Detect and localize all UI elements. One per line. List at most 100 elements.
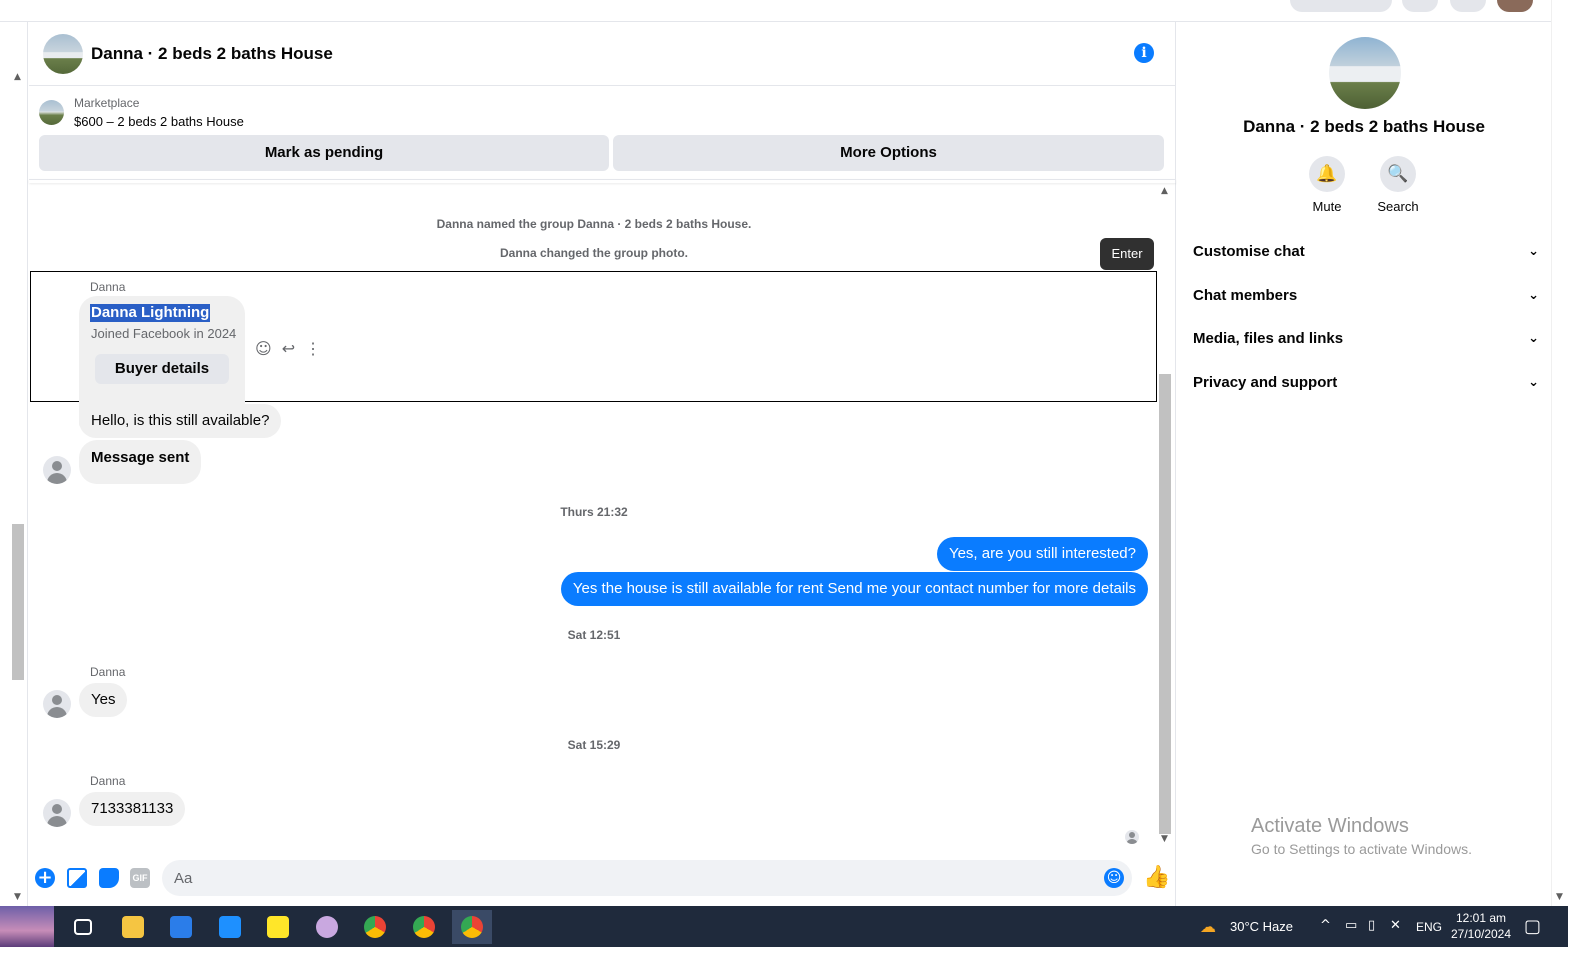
search-label: Search <box>1377 199 1419 214</box>
volume-muted-icon[interactable]: ✕ <box>1390 918 1401 933</box>
panel-title: Danna · 2 beds 2 baths House <box>1243 117 1485 136</box>
system-message: Danna changed the group photo. <box>500 246 688 260</box>
scroll-down-arrow-icon[interactable]: ▼ <box>1161 834 1168 844</box>
info-icon[interactable]: i <box>1134 43 1154 63</box>
mute-button[interactable]: 🔔 Mute <box>1297 156 1357 214</box>
thumbs-up-icon[interactable]: 👍 <box>1143 865 1170 890</box>
clock-time: 12:01 am <box>1455 911 1507 925</box>
section-label: Customise chat <box>1193 243 1305 260</box>
listing-thumbnail <box>39 99 64 125</box>
incoming-message[interactable]: 7133381133 <box>79 792 186 826</box>
widgets-icon[interactable] <box>0 906 54 947</box>
bell-icon[interactable]: 🔔 <box>1309 156 1345 192</box>
scroll-down-arrow-icon[interactable]: ▼ <box>1556 892 1563 902</box>
windows-taskbar: ☁ 30°C Haze ^ ▭ ▯ ✕ ENG 12:01 am 27/10/2… <box>0 906 1568 947</box>
profile-avatar[interactable] <box>1497 0 1533 12</box>
image-icon[interactable] <box>67 868 87 888</box>
timestamp: Sat 15:29 <box>567 738 621 752</box>
chevron-down-icon: ⌄ <box>1528 244 1539 259</box>
buyer-details-button[interactable]: Buyer details <box>95 354 229 384</box>
watermark-title: Activate Windows <box>1251 815 1409 837</box>
more-options-button[interactable]: More Options <box>613 135 1164 171</box>
network-icon[interactable]: ▭ <box>1345 918 1357 933</box>
activate-windows-watermark: Activate Windows Go to Settings to activ… <box>1251 815 1472 857</box>
more-dots-icon[interactable]: ⋮ <box>305 339 321 358</box>
watermark-subtitle: Go to Settings to activate Windows. <box>1251 841 1472 857</box>
menu-grid-icon[interactable] <box>1402 0 1438 12</box>
top-nav-bar <box>0 0 1568 22</box>
message-input[interactable] <box>162 860 1132 896</box>
user-avatar[interactable] <box>43 799 71 827</box>
weather-text[interactable]: 30°C Haze <box>1230 919 1293 934</box>
customise-chat-section[interactable]: Customise chat ⌄ <box>1193 234 1539 270</box>
chrome-profile-icon[interactable] <box>355 910 395 944</box>
react-emoji-icon[interactable]: ☺ <box>255 339 272 358</box>
chat-members-section[interactable]: Chat members ⌄ <box>1193 278 1539 314</box>
chat-info-panel: Danna · 2 beds 2 baths House 🔔 Mute 🔍 Se… <box>1177 22 1551 906</box>
user-avatar[interactable] <box>43 456 71 484</box>
file-explorer-icon[interactable] <box>113 910 153 944</box>
notifications-icon[interactable]: ▢ <box>1524 916 1541 937</box>
timestamp: Sat 12:51 <box>567 628 621 642</box>
user-avatar[interactable] <box>43 690 71 718</box>
emoji-icon[interactable]: ☺ <box>1104 868 1124 888</box>
section-label: Chat members <box>1193 287 1298 304</box>
chat-pane: Danna · 2 beds 2 baths House i Marketpla… <box>29 22 1176 906</box>
system-message: Danna named the group Danna · 2 beds 2 b… <box>436 217 752 231</box>
incoming-message[interactable]: Yes <box>79 683 128 717</box>
chat-title[interactable]: Danna · 2 beds 2 baths House <box>91 44 333 64</box>
sticker-icon[interactable] <box>99 868 119 888</box>
privacy-support-section[interactable]: Privacy and support ⌄ <box>1193 365 1539 401</box>
incoming-message[interactable]: Hello, is this still available? <box>79 404 282 438</box>
section-label: Privacy and support <box>1193 374 1338 391</box>
chevron-down-icon: ⌄ <box>1528 288 1539 303</box>
language-indicator[interactable]: ENG <box>1416 920 1442 934</box>
chevron-down-icon: ⌄ <box>1528 375 1539 390</box>
weather-icon[interactable]: ☁ <box>1200 917 1216 937</box>
media-files-links-section[interactable]: Media, files and links ⌄ <box>1193 321 1539 357</box>
left-scroll-thumb[interactable] <box>12 524 24 680</box>
marketplace-label: Marketplace <box>74 95 140 110</box>
mail-icon[interactable] <box>210 910 250 944</box>
outgoing-message[interactable]: Yes the house is still available for ren… <box>560 572 1148 606</box>
incoming-message[interactable]: Message sent <box>79 440 202 484</box>
chrome-active-icon[interactable] <box>452 910 492 944</box>
top-search-pill[interactable] <box>1290 0 1392 12</box>
marketplace-listing[interactable]: Marketplace $600 – 2 beds 2 baths House <box>39 94 244 130</box>
mark-as-pending-button[interactable]: Mark as pending <box>39 135 609 171</box>
system-clock[interactable]: 12:01 am 27/10/2024 <box>1445 910 1517 942</box>
group-avatar[interactable] <box>43 33 83 74</box>
divider <box>29 179 1176 183</box>
message-composer: + GIF ☺ 👍 <box>29 856 1176 906</box>
scroll-up-arrow-icon[interactable]: ▲ <box>1161 186 1168 196</box>
right-scrollbar[interactable]: ▼ <box>1551 0 1568 906</box>
search-button[interactable]: 🔍 Search <box>1368 156 1428 214</box>
store-icon[interactable] <box>161 910 201 944</box>
clock-date: 27/10/2024 <box>1450 927 1512 941</box>
messenger-icon[interactable] <box>1450 0 1486 12</box>
paint-icon[interactable] <box>307 910 347 944</box>
left-scrollbar[interactable]: ▲ ▼ <box>0 22 28 906</box>
battery-icon[interactable]: ▯ <box>1368 918 1375 933</box>
search-icon[interactable]: 🔍 <box>1380 156 1416 192</box>
chat-scroll-thumb[interactable] <box>1159 374 1171 834</box>
sender-name: Danna <box>90 665 126 679</box>
timestamp: Thurs 21:32 <box>560 505 628 519</box>
sender-name: Danna <box>90 774 126 788</box>
reply-icon[interactable]: ↩ <box>282 339 295 358</box>
buyer-name[interactable]: Danna Lightning <box>90 304 211 322</box>
scroll-up-arrow-icon[interactable]: ▲ <box>14 72 21 82</box>
sticky-notes-icon[interactable] <box>258 910 298 944</box>
gif-icon[interactable]: GIF <box>130 868 150 888</box>
plus-icon[interactable]: + <box>35 868 55 888</box>
tray-chevron-icon[interactable]: ^ <box>1320 918 1331 933</box>
enter-tooltip: Enter <box>1100 238 1154 270</box>
group-photo[interactable] <box>1329 37 1401 109</box>
chrome-profile-icon[interactable] <box>404 910 444 944</box>
outgoing-message[interactable]: Yes, are you still interested? <box>936 537 1148 571</box>
listing-title: $600 – 2 beds 2 baths House <box>74 113 244 129</box>
chat-scrollbar[interactable]: ▲ ▼ <box>1157 184 1174 848</box>
scroll-down-arrow-icon[interactable]: ▼ <box>14 892 21 902</box>
task-view-icon[interactable] <box>63 910 103 944</box>
section-label: Media, files and links <box>1193 330 1344 347</box>
